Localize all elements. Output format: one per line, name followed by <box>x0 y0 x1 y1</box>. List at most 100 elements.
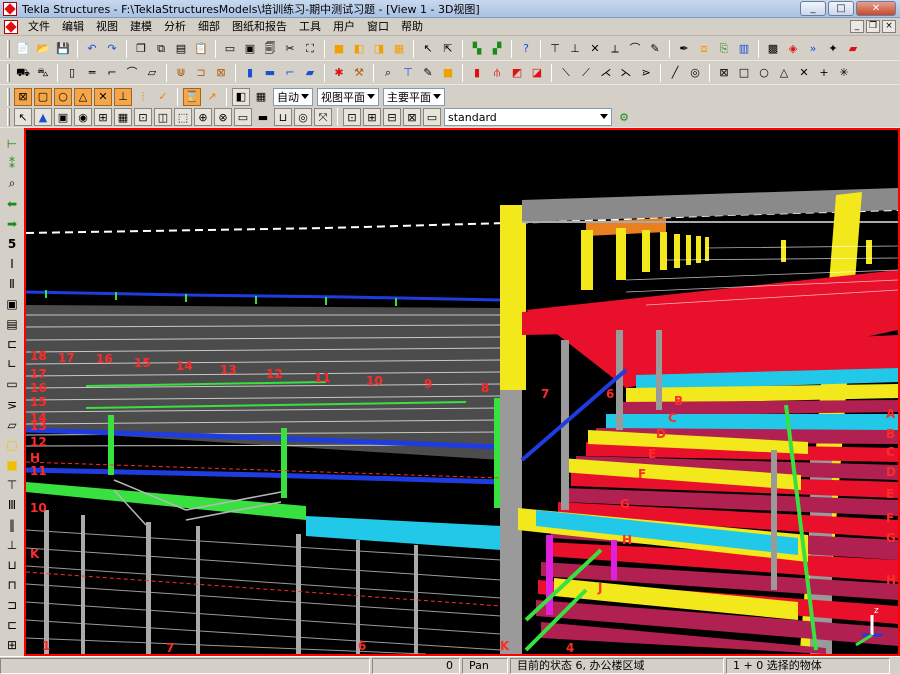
cross-icon[interactable]: ✕ <box>795 64 813 82</box>
plate-icon[interactable]: ▱ <box>143 64 161 82</box>
new-model-icon[interactable]: 📄 <box>14 40 32 58</box>
snapshot-icon[interactable]: 🗐 <box>261 40 279 58</box>
select-components-icon[interactable]: ⊗ <box>214 108 232 126</box>
snap-perp-icon[interactable]: ⟂ <box>606 40 624 58</box>
menu-detailing[interactable]: 细部 <box>192 18 226 36</box>
highlight-yellow-icon[interactable]: ▢ <box>3 436 21 453</box>
profile-box-icon[interactable]: ▣ <box>3 296 21 313</box>
profile-end-icon[interactable]: ⊞ <box>3 637 21 654</box>
menu-drawings-reports[interactable]: 图纸和报告 <box>226 18 293 36</box>
snap-end-icon[interactable]: ⊤ <box>546 40 564 58</box>
snap-depth-dropdown[interactable]: 自动 <box>273 87 313 106</box>
fit-icon[interactable]: ⛶ <box>301 40 319 58</box>
profile-plate-icon[interactable]: ▭ <box>3 376 21 393</box>
menu-file[interactable]: 文件 <box>22 18 56 36</box>
report-icon[interactable]: ▥ <box>735 40 753 58</box>
clipboard-icon[interactable]: 📋 <box>192 40 210 58</box>
create-point-icon[interactable]: ⊢ <box>3 135 21 152</box>
select-reinforcing-icon[interactable]: ⊔ <box>274 108 292 126</box>
concrete-beam-icon[interactable]: ▬ <box>261 64 279 82</box>
cut-icon[interactable]: ✂ <box>281 40 299 58</box>
select-object3-icon[interactable]: ⊟ <box>383 108 401 126</box>
select-planes-icon[interactable]: ▭ <box>234 108 252 126</box>
document-icon[interactable] <box>4 19 18 34</box>
selection-filter-dropdown[interactable]: standard <box>444 108 612 126</box>
snap-plane-dropdown[interactable]: 主要平面 <box>383 87 445 106</box>
select-all-icon[interactable]: ↖ <box>14 108 32 126</box>
snap-mid-icon[interactable]: △ <box>74 87 92 106</box>
filter-settings-icon[interactable]: ⚙ <box>615 108 633 126</box>
split-icon[interactable]: ▮ <box>468 64 486 82</box>
profile-h-icon[interactable]: Ⅲ <box>3 496 21 513</box>
snap-intersect-icon[interactable]: ✕ <box>586 40 604 58</box>
snap-curve-icon[interactable]: ⌒ <box>626 40 644 58</box>
chamfer-icon[interactable]: ⟍ <box>557 64 575 82</box>
select-object-icon[interactable]: ⊡ <box>343 108 361 126</box>
select-loads-icon[interactable]: ◎ <box>294 108 312 126</box>
cut-part-icon[interactable]: ⊠ <box>212 64 230 82</box>
snap-override-icon[interactable]: ⌛ <box>183 87 201 106</box>
star-icon[interactable]: ✳ <box>835 64 853 82</box>
help-icon[interactable]: ? <box>517 40 535 58</box>
profile-column-icon[interactable]: ‖ <box>3 516 21 533</box>
arrow-right-icon[interactable]: ➡ <box>3 215 21 232</box>
snap-ref-icon[interactable]: ▢ <box>34 87 52 106</box>
move-icon[interactable]: ⧉ <box>152 40 170 58</box>
chamfer2-icon[interactable]: ⟋ <box>577 64 595 82</box>
bolt-icon[interactable]: ⋓ <box>172 64 190 82</box>
tekla-app-icon[interactable] <box>3 1 17 16</box>
select-points-icon[interactable]: ◉ <box>74 108 92 126</box>
toolbar-grip[interactable] <box>7 39 10 58</box>
numbering-icon[interactable]: ▚ <box>468 40 486 58</box>
binoculars-icon[interactable]: ⌕ <box>3 175 21 192</box>
profile-bolt-icon[interactable]: ⊔ <box>3 557 21 574</box>
box-grid-icon[interactable]: ⊠ <box>715 64 733 82</box>
arrow-left-icon[interactable]: ⬅ <box>3 195 21 212</box>
snap-intersection-icon[interactable]: ✕ <box>94 87 112 106</box>
polybeam-icon[interactable]: ⌐ <box>103 64 121 82</box>
load-icon[interactable]: ⛟ <box>14 64 32 82</box>
assembly-icon[interactable]: ◧ <box>350 40 368 58</box>
minimize-button[interactable]: _ <box>800 1 826 16</box>
toolbar-grip[interactable] <box>7 63 10 82</box>
edge-icon[interactable]: ⋌ <box>597 64 615 82</box>
3d-view-viewport[interactable]: z 17 16 15 14 13 12 11 10 9 8 7 18 17 16… <box>24 128 900 656</box>
profile-channel-icon[interactable]: ⊏ <box>3 336 21 353</box>
work-plane-icon[interactable]: ◧ <box>232 87 250 106</box>
menu-window[interactable]: 窗口 <box>361 18 395 36</box>
snap-mid-icon[interactable]: ⊥ <box>566 40 584 58</box>
profile-weld-icon[interactable]: ⊓ <box>3 577 21 594</box>
menu-view[interactable]: 视图 <box>90 18 124 36</box>
select-distances-icon[interactable]: ▬ <box>254 108 272 126</box>
profile-tube-icon[interactable]: ▤ <box>3 316 21 333</box>
package-icon[interactable]: ■ <box>439 64 457 82</box>
select-object5-icon[interactable]: ▭ <box>423 108 441 126</box>
window-icon[interactable]: ▣ <box>241 40 259 58</box>
add-points-icon[interactable]: ⁑ <box>3 155 21 172</box>
component-icon[interactable]: ▦ <box>390 40 408 58</box>
corner-icon[interactable]: ⋋ <box>617 64 635 82</box>
profile-connection-icon[interactable]: ⊐ <box>3 597 21 614</box>
line-cut-icon[interactable]: ◪ <box>528 64 546 82</box>
circle-icon[interactable]: ◎ <box>686 64 704 82</box>
snap-center-icon[interactable]: ○ <box>54 87 72 106</box>
select-welds-icon[interactable]: ⊡ <box>134 108 152 126</box>
save-icon[interactable]: 💾 <box>54 40 72 58</box>
template-icon[interactable]: ◈ <box>784 40 802 58</box>
profile-ii-icon[interactable]: Ⅱ <box>3 276 21 293</box>
toolbar-grip[interactable] <box>7 87 10 106</box>
profile-base-icon[interactable]: ⊥ <box>3 537 21 554</box>
rebar-icon[interactable]: ⚒ <box>350 64 368 82</box>
cast-unit-icon[interactable]: ◨ <box>370 40 388 58</box>
point-icon[interactable]: ⋗ <box>637 64 655 82</box>
select-multi-icon[interactable]: ⇱ <box>439 40 457 58</box>
profile-angle-icon[interactable]: ∟ <box>3 356 21 373</box>
plus-icon[interactable]: + <box>815 64 833 82</box>
profile-z-icon[interactable]: ⋝ <box>3 396 21 413</box>
menu-help[interactable]: 帮助 <box>395 18 429 36</box>
select-assembly-icon[interactable]: ⤧ <box>314 108 332 126</box>
undo-icon[interactable]: ↶ <box>83 40 101 58</box>
menu-user[interactable]: 用户 <box>327 18 361 36</box>
circle-shape-icon[interactable]: ○ <box>755 64 773 82</box>
steel-column-icon[interactable]: ▯ <box>63 64 81 82</box>
